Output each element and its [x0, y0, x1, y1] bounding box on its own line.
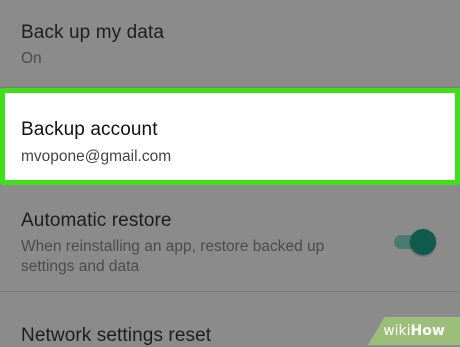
setting-title: Backup account	[21, 119, 158, 140]
watermark-how: How	[410, 323, 445, 339]
automatic-restore-toggle[interactable]	[392, 229, 438, 255]
setting-summary-email: mvopone@gmail.com	[21, 148, 172, 165]
toggle-thumb	[410, 229, 436, 255]
setting-back-up-my-data[interactable]: Back up my data On	[0, 0, 460, 88]
setting-summary: When reinstalling an app, restore backed…	[21, 238, 325, 275]
setting-title: Back up my data	[21, 22, 165, 43]
setting-summary: On	[21, 50, 42, 67]
setting-title: Automatic restore	[21, 210, 172, 231]
setting-automatic-restore[interactable]: Automatic restore When reinstalling an a…	[0, 185, 460, 290]
setting-title: Network settings reset	[21, 325, 212, 346]
watermark-wiki: wiki	[383, 323, 411, 339]
setting-backup-account[interactable]: Backup account mvopone@gmail.com	[0, 88, 460, 185]
